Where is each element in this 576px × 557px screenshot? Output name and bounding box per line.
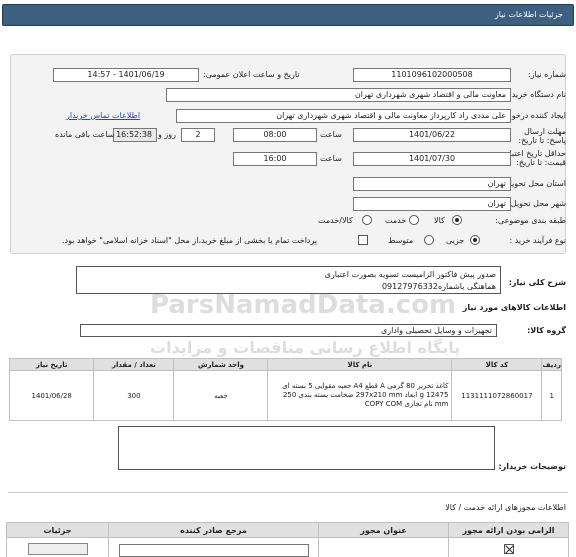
watermark-text: ParsNamadData.com	[150, 290, 457, 320]
process-option-medium: متوسط	[388, 236, 414, 245]
deadline-label: مهلت ارسال پاسخ: تا تاریخ:	[518, 127, 566, 145]
col-date: تاریخ نیاز	[8, 358, 95, 371]
cell-date: 1401/06/28	[8, 370, 95, 421]
summary-line-2: هماهنگی باشماره09127976332	[381, 282, 496, 291]
table-row: 1 1131111072860017 کاغذ تحریر 80 گرمی A …	[8, 370, 562, 421]
announce-label: تاریخ و ساعت اعلان عمومی:	[203, 70, 300, 79]
col-unit: واحد شمارش	[173, 358, 269, 371]
validity-date-field: 1401/07/30	[353, 152, 511, 166]
category-option-mixed: کالا/خدمت	[318, 216, 353, 225]
col-name: نام کالا	[267, 358, 453, 371]
col-code: کد کالا	[451, 358, 543, 371]
need-number-label: شماره نیاز:	[528, 70, 566, 79]
goods-section-title: اطلاعات کالاهای مورد نیاز	[462, 303, 566, 312]
category-radio-service[interactable]	[409, 215, 419, 225]
city-label: شهر محل تحویل:	[508, 199, 566, 208]
permits-col-details: جزئیات	[6, 522, 109, 538]
permits-col-title: عنوان مجوز	[318, 522, 449, 538]
buyer-notes-label: توضیحات خریدار:	[498, 462, 566, 471]
cell-name: کاغذ تحریر 80 گرمی A قطع A4 جعبه مقوایی …	[267, 370, 453, 421]
category-option-goods: کالا	[434, 216, 445, 225]
cell-qty: 300	[93, 370, 175, 421]
summary-line-1: صدور پیش فاکتور الزامیست تسویه بصورت اعت…	[324, 270, 496, 279]
category-radio-mixed[interactable]	[362, 215, 372, 225]
city-field: تهران	[353, 197, 511, 211]
process-radio-medium[interactable]	[424, 235, 434, 245]
category-option-service: خدمت	[385, 216, 407, 225]
permits-col-issuer: مرجع صادر کننده	[108, 522, 319, 538]
col-index: ردیف	[541, 358, 562, 371]
contact-buyer-link[interactable]: اطلاعات تماس خریدار	[66, 111, 140, 120]
permits-section-title: اطلاعات مجوزهای ارائه خدمت / کالا	[445, 503, 566, 512]
goods-group-field: تجهیزات و وسایل تحصیلی واداری	[80, 324, 497, 337]
creator-field: علی مددی راد کارپرداز معاونت مالی و اقتص…	[176, 109, 511, 123]
cell-code: 1131111072860017	[451, 370, 543, 421]
permits-table: الزامی بودن ارائه مجوز عنوان مجوز مرجع ص…	[6, 522, 569, 557]
summary-label: شرح کلی نیاز:	[508, 278, 566, 287]
permit-title-cell	[318, 537, 449, 557]
permit-details-cell	[6, 537, 109, 557]
deadline-time-field: 08:00	[233, 128, 317, 142]
payment-note: پرداخت تمام یا بخشی از مبلغ خرید،از محل …	[62, 236, 318, 245]
cell-unit: جعبه	[173, 370, 269, 421]
remaining-time-field: 16:52:38	[113, 128, 157, 142]
announce-field: 1401/06/19 - 14:57	[53, 68, 199, 82]
goods-table: ردیف کد کالا نام کالا واحد شمارش تعداد /…	[8, 358, 562, 421]
details-button[interactable]	[27, 543, 88, 555]
need-number-field: 1101096102000508	[353, 68, 511, 82]
page-header: جزئیات اطلاعات نیاز	[2, 4, 574, 26]
process-radio-minor[interactable]	[470, 235, 480, 245]
province-label: استان محل تحویل:	[503, 179, 566, 188]
table-row	[6, 537, 569, 557]
validity-time-field: 16:00	[233, 152, 317, 166]
permit-required-cell	[448, 537, 569, 557]
days-field: 2	[181, 128, 215, 142]
validity-label: حداقل تاریخ اعتبار قیمت: تا تاریخ:	[505, 149, 566, 167]
deadline-date-field: 1401/06/22	[353, 128, 511, 142]
divider	[8, 492, 568, 493]
category-label: طبقه بندی موضوعی:	[495, 216, 566, 225]
remaining-label: ساعت باقی مانده	[55, 130, 115, 139]
goods-group-label: گروه کالا:	[527, 326, 566, 335]
permit-issuer-cell	[108, 537, 319, 557]
checked-box-icon	[503, 544, 514, 554]
buyer-notes-box	[118, 426, 495, 470]
buyer-org-field: معاونت مالی و اقتصاد شهری شهرداری تهران	[166, 88, 511, 102]
category-radio-goods[interactable]	[452, 215, 462, 225]
process-label: نوع فرآیند خرید :	[509, 236, 566, 245]
deadline-time-label: ساعت	[320, 130, 342, 139]
days-label: روز و	[158, 130, 176, 139]
province-field: تهران	[353, 177, 511, 191]
summary-box: صدور پیش فاکتور الزامیست تسویه بصورت اعت…	[76, 266, 501, 294]
watermark-subtext: پایگاه اطلاع رسانی مناقصات و مزایدات	[150, 338, 461, 357]
cell-index: 1	[541, 370, 562, 421]
page-title: جزئیات اطلاعات نیاز	[494, 10, 563, 19]
validity-time-label: ساعت	[320, 154, 342, 163]
payment-checkbox[interactable]	[358, 235, 368, 245]
permits-col-required: الزامی بودن ارائه مجوز	[448, 522, 569, 538]
issuer-select[interactable]	[118, 543, 309, 557]
col-qty: تعداد / مقدار	[93, 358, 175, 371]
process-option-minor: جزیی	[446, 236, 465, 245]
buyer-org-label: نام دستگاه خریدار:	[503, 90, 566, 99]
